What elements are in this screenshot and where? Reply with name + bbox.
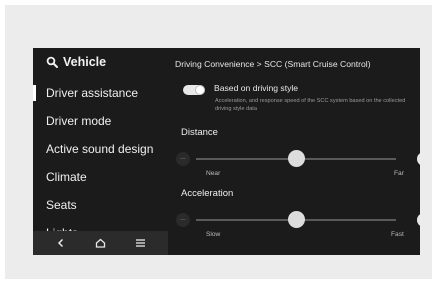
- sidebar-item-label: Driver mode: [46, 114, 112, 128]
- sidebar-item-label: Seats: [46, 198, 77, 212]
- distance-min-label: Near: [206, 170, 221, 177]
- acceleration-decrease-button[interactable]: −: [176, 213, 190, 227]
- sidebar-menu: Driver assistance Driver mode Active sou…: [33, 79, 168, 247]
- search-icon[interactable]: [46, 56, 58, 68]
- distance-slider-thumb[interactable]: [287, 150, 305, 167]
- distance-max-label: Far: [394, 170, 404, 177]
- distance-decrease-button[interactable]: −: [176, 152, 190, 166]
- sidebar-item-label: Active sound design: [46, 142, 154, 156]
- home-icon: [95, 238, 106, 248]
- sidebar-item-driver-assistance[interactable]: Driver assistance: [33, 79, 168, 107]
- sidebar-item-driver-mode[interactable]: Driver mode: [33, 107, 168, 135]
- infotainment-screen: Vehicle Driver assistance Driver mode Ac…: [33, 48, 420, 255]
- device-frame: Vehicle Driver assistance Driver mode Ac…: [5, 5, 432, 279]
- sidebar-item-climate[interactable]: Climate: [33, 163, 168, 191]
- driving-style-toggle[interactable]: [183, 85, 205, 95]
- sidebar-title: Vehicle: [63, 55, 107, 69]
- sidebar-item-label: Driver assistance: [46, 86, 139, 100]
- breadcrumb: Driving Convenience > SCC (Smart Cruise …: [175, 59, 371, 69]
- acceleration-title: Acceleration: [181, 188, 234, 199]
- minus-icon: −: [179, 153, 187, 165]
- distance-increase-button[interactable]: +: [417, 152, 420, 166]
- sidebar: Vehicle Driver assistance Driver mode Ac…: [33, 48, 168, 255]
- distance-title: Distance: [181, 127, 218, 138]
- toggle-description: Acceleration, and response speed of the …: [215, 98, 406, 112]
- acceleration-min-label: Slow: [206, 231, 221, 238]
- acceleration-increase-button[interactable]: +: [417, 213, 420, 227]
- back-button[interactable]: [47, 233, 75, 253]
- settings-panel: Driving Convenience > SCC (Smart Cruise …: [168, 48, 420, 255]
- menu-button[interactable]: [126, 233, 154, 253]
- toggle-knob: [196, 86, 204, 94]
- acceleration-slider-thumb[interactable]: [287, 211, 305, 228]
- chevron-left-icon: [57, 238, 63, 248]
- toggle-label: Based on driving style: [214, 83, 299, 93]
- home-button[interactable]: [86, 233, 114, 253]
- sidebar-header[interactable]: Vehicle: [46, 55, 106, 69]
- bottom-navbar: [33, 231, 168, 255]
- sidebar-item-active-sound-design[interactable]: Active sound design: [33, 135, 168, 163]
- acceleration-max-label: Fast: [391, 231, 404, 238]
- sidebar-item-label: Climate: [46, 170, 87, 184]
- minus-icon: −: [179, 214, 187, 226]
- hamburger-menu-icon: [135, 239, 145, 247]
- sidebar-item-seats[interactable]: Seats: [33, 191, 168, 219]
